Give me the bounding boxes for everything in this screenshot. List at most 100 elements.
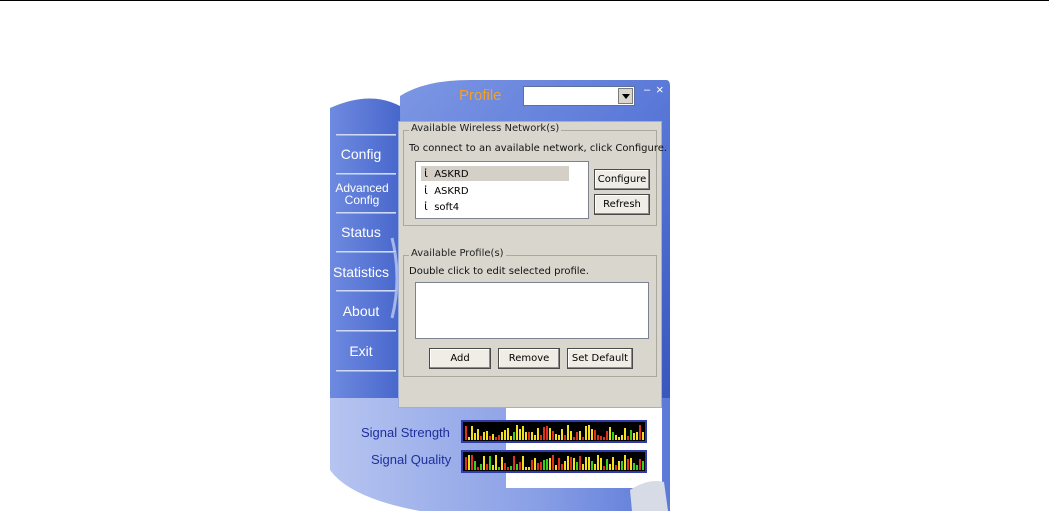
nav-separator [336,212,396,214]
network-ssid: ASKRD [434,186,469,197]
meter-bar [579,431,581,440]
meter-bar [597,435,599,440]
meter-bar [501,457,503,470]
nav-status[interactable]: Status [330,224,392,240]
meter-bar [465,457,467,470]
network-item[interactable]: ἰ ASKRD [421,183,469,198]
networks-list[interactable]: ἰ ASKRD ἰ ASKRD ἰ soft4 [415,161,589,219]
meter-bar [597,455,599,470]
meter-bar [483,432,485,440]
minimize-button[interactable]: – [644,84,650,96]
nav-about[interactable]: About [330,303,392,319]
meter-bar [480,464,482,470]
meter-bar [492,434,494,440]
meter-bar [540,462,542,470]
nav-separator [336,173,396,175]
meter-bar [507,467,509,470]
chevron-down-icon[interactable] [618,88,633,104]
meter-bar [564,435,566,440]
meter-bar [489,436,491,440]
network-ssid: ASKRD [434,169,469,180]
profiles-group: Available Profile(s) Double click to edi… [403,248,657,377]
profiles-hint: Double click to edit selected profile. [409,266,589,277]
profile-panel: Available Wireless Network(s) To connect… [398,121,667,408]
nav-statistics[interactable]: Statistics [330,264,392,280]
meter-bar [519,462,521,470]
meter-bar [516,425,518,440]
meter-bar [513,456,515,470]
signal-strength-bars [465,425,644,440]
meter-bar [609,464,611,470]
nav-exit[interactable]: Exit [330,343,392,359]
signal-strength-label: Signal Strength [361,425,450,440]
meter-bar [606,459,608,470]
meter-bar [522,456,524,470]
meter-bar [588,457,590,470]
nav-separator [336,370,396,372]
meter-bar [546,426,548,440]
meter-bar [540,435,542,440]
meter-bar [612,432,614,440]
nav-separator [336,330,396,332]
meter-bar [498,435,500,440]
meter-bar [525,467,527,470]
meter-bar [534,458,536,470]
meter-bar [642,461,644,470]
meter-bar [537,428,539,440]
network-item[interactable]: ἰ soft4 [421,199,459,214]
meter-bar [534,435,536,440]
meter-bar [543,427,545,440]
meter-bar [531,460,533,470]
meter-bar [594,430,596,440]
meter-bar [552,431,554,440]
set-default-button[interactable]: Set Default [567,348,633,369]
meter-bar [495,455,497,470]
meter-bar [603,437,605,440]
meter-bar [468,437,470,440]
meter-bar [591,461,593,470]
meter-bar [621,435,623,440]
meter-bar [504,430,506,440]
meter-bar [474,461,476,470]
profiles-list[interactable] [415,282,649,339]
network-item[interactable]: ἰ ASKRD [421,166,569,181]
meter-bar [573,437,575,440]
meter-bar [618,461,620,470]
meter-bar [519,429,521,440]
signal-strength-meter [461,420,647,443]
meter-bar [528,432,530,440]
meter-bar [555,434,557,440]
meter-bar [471,426,473,440]
meter-bar [531,432,533,440]
meter-bar [477,429,479,440]
meter-bar [486,464,488,470]
meter-bar [639,425,641,440]
meter-bar [639,459,641,470]
meter-bar [528,467,530,470]
meter-bar [468,455,470,470]
meter-bar [588,425,590,440]
nav-config[interactable]: Config [330,146,392,162]
nav-advanced-config[interactable]: Advanced Config [330,182,394,206]
meter-bar [603,466,605,470]
signal-quality-label: Signal Quality [371,452,452,467]
add-button[interactable]: Add [429,348,491,369]
meter-bar [600,436,602,440]
meter-bar [483,456,485,470]
close-button[interactable]: × [656,82,664,97]
meter-bar [492,465,494,470]
networks-hint: To connect to an available network, clic… [409,143,668,154]
profile-select[interactable] [523,86,635,106]
remove-button[interactable]: Remove [498,348,560,369]
meter-bar [513,432,515,440]
configure-button[interactable]: Configure [594,169,650,190]
network-ssid: soft4 [434,202,460,213]
refresh-button[interactable]: Refresh [594,194,650,215]
meter-bar [624,455,626,470]
meter-bar [621,461,623,470]
meter-bar [549,458,551,470]
meter-bar [594,464,596,470]
wireless-utility-window: Profile – × Config Advanced Config Statu… [330,78,670,511]
meter-bar [567,425,569,440]
meter-bar [636,432,638,440]
